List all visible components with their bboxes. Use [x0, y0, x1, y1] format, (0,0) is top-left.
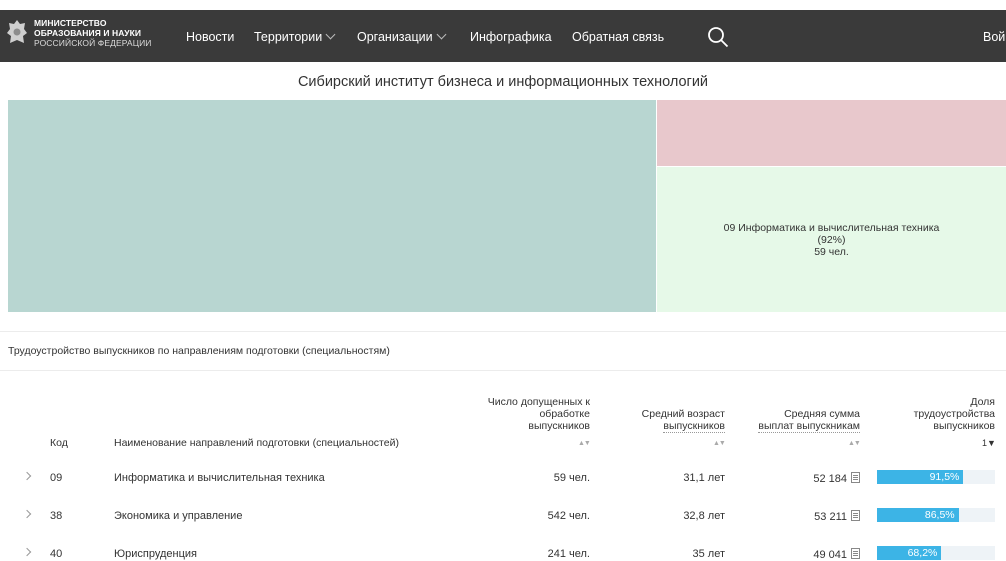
sort-icon[interactable]: ▲▼ — [848, 440, 861, 447]
document-icon[interactable] — [851, 548, 860, 559]
nav-organizations-label: Организации — [357, 30, 433, 44]
nav-feedback-label: Обратная связь — [572, 30, 665, 44]
chevron-down-icon — [325, 29, 336, 40]
table-row[interactable]: 09 Информатика и вычислительная техника … — [0, 464, 1006, 492]
cell-name: Юриспруденция — [114, 548, 197, 560]
nav-territories-label: Территории — [254, 30, 323, 44]
column-header-pay-line2-text: выплат выпускникам — [758, 420, 860, 433]
treemap-tile-1[interactable] — [8, 100, 656, 312]
login-link[interactable]: Вой — [983, 30, 1005, 44]
institution-title: Сибирский институт бизнеса и информацион… — [297, 74, 709, 90]
share-bar: 86,5% — [877, 508, 995, 522]
column-header-admitted[interactable]: Число допущенных к обработке выпускников — [440, 396, 590, 432]
section-header: Трудоустройство выпускников по направлен… — [0, 331, 1006, 371]
cell-admitted: 59 чел. — [553, 472, 590, 484]
treemap-tile-2[interactable] — [657, 100, 1006, 166]
share-bar-label: 91,5% — [929, 471, 960, 483]
column-header-code[interactable]: Код — [50, 437, 68, 449]
column-header-age-line2: выпускников — [600, 420, 725, 433]
column-header-share-line2: трудоустройства — [913, 408, 995, 420]
cell-admitted: 241 чел. — [547, 548, 590, 560]
cell-age: 35 лет — [692, 548, 725, 560]
treemap-tile-3[interactable]: 09 Информатика и вычислительная техника … — [657, 167, 1006, 312]
share-bar-label: 68,2% — [907, 547, 938, 559]
table-row[interactable]: 38 Экономика и управление 542 чел. 32,8 … — [0, 502, 1006, 530]
cell-age: 31,1 лет — [683, 472, 725, 484]
cell-age: 32,8 лет — [683, 510, 725, 522]
nav-feedback[interactable]: Обратная связь — [572, 30, 664, 46]
nav-infographics-label: Инфографика — [470, 30, 552, 44]
share-bar-fill: 86,5% — [877, 508, 959, 522]
cell-code: 09 — [50, 472, 63, 484]
treemap-chart: 09 Информатика и вычислительная техника … — [0, 100, 1006, 314]
column-header-name[interactable]: Наименование направлений подготовки (спе… — [114, 437, 399, 449]
document-icon[interactable] — [851, 510, 860, 521]
column-header-share[interactable]: Доля трудоустройства выпускников — [870, 396, 995, 432]
chevron-right-icon[interactable] — [22, 547, 32, 557]
cell-pay: 53 211 — [730, 510, 860, 523]
nav-news[interactable]: Новости — [186, 30, 234, 46]
column-header-age[interactable]: Средний возраст выпускников — [600, 408, 725, 433]
emblem-logo[interactable] — [6, 18, 28, 48]
cell-name: Информатика и вычислительная техника — [114, 472, 325, 484]
share-bar-fill: 68,2% — [877, 546, 942, 560]
cell-pay: 52 184 — [730, 472, 860, 485]
cell-admitted: 542 чел. — [547, 510, 590, 522]
nav-organizations[interactable]: Организации — [357, 29, 447, 46]
column-header-share-line3: выпускников — [933, 420, 995, 432]
sort-icon[interactable]: ▲▼ — [578, 440, 591, 447]
section-title: Трудоустройство выпускников по направлен… — [8, 345, 390, 357]
column-header-admitted-line1: Число допущенных к — [487, 396, 590, 408]
logo-line-2: ОБРАЗОВАНИЯ И НАУКИ — [34, 28, 142, 38]
column-header-pay[interactable]: Средняя сумма выплат выпускникам — [730, 408, 860, 433]
treemap-tile-label: 09 Информатика и вычислительная техника … — [657, 222, 1006, 258]
search-icon[interactable] — [707, 26, 729, 48]
column-header-admitted-line3: выпускников — [528, 420, 590, 432]
cell-pay: 49 041 — [730, 548, 860, 561]
sort-desc-icon[interactable]: 1▼ — [982, 438, 996, 448]
column-header-age-line2-text: выпускников — [663, 420, 725, 433]
document-icon[interactable] — [851, 472, 860, 483]
column-header-admitted-line2: обработке — [539, 408, 590, 420]
nav-territories[interactable]: Территории — [254, 29, 336, 46]
treemap-tile-name: 09 Информатика и вычислительная техника — [723, 222, 940, 234]
cell-name: Экономика и управление — [114, 510, 243, 522]
cell-code: 38 — [50, 510, 63, 522]
cell-pay-value: 49 041 — [813, 549, 847, 561]
column-header-age-line1: Средний возраст — [641, 408, 725, 420]
column-header-share-line1: Доля — [970, 396, 995, 408]
navbar: МИНИСТЕРСТВО ОБРАЗОВАНИЯ И НАУКИ РОССИЙС… — [0, 10, 1006, 62]
treemap-tile-count: 59 чел. — [814, 246, 849, 258]
logo-line-3: РОССИЙСКОЙ ФЕДЕРАЦИИ — [34, 38, 152, 48]
treemap-tile-percent: (92%) — [817, 234, 846, 246]
column-header-pay-line1: Средняя сумма — [784, 408, 860, 420]
share-bar-label: 86,5% — [924, 509, 955, 521]
chevron-down-icon — [436, 29, 447, 40]
nav-news-label: Новости — [186, 30, 235, 44]
share-bar: 91,5% — [877, 470, 995, 484]
ministry-logo-text[interactable]: МИНИСТЕРСТВО ОБРАЗОВАНИЯ И НАУКИ РОССИЙС… — [34, 18, 152, 48]
page-header: МИНИСТЕРСТВО ОБРАЗОВАНИЯ И НАУКИ РОССИЙС… — [0, 0, 1006, 62]
nav-infographics[interactable]: Инфографика — [470, 30, 552, 46]
share-bar-fill: 91,5% — [877, 470, 964, 484]
cell-code: 40 — [50, 548, 63, 560]
cell-pay-value: 52 184 — [813, 473, 847, 485]
logo-line-1: МИНИСТЕРСТВО — [34, 18, 107, 28]
sort-icon[interactable]: ▲▼ — [713, 440, 726, 447]
table-row[interactable]: 40 Юриспруденция 241 чел. 35 лет 49 041 … — [0, 540, 1006, 561]
chevron-right-icon[interactable] — [22, 509, 32, 519]
chevron-right-icon[interactable] — [22, 471, 32, 481]
column-header-pay-line2: выплат выпускникам — [730, 420, 860, 433]
cell-pay-value: 53 211 — [814, 511, 847, 523]
share-bar: 68,2% — [877, 546, 995, 560]
